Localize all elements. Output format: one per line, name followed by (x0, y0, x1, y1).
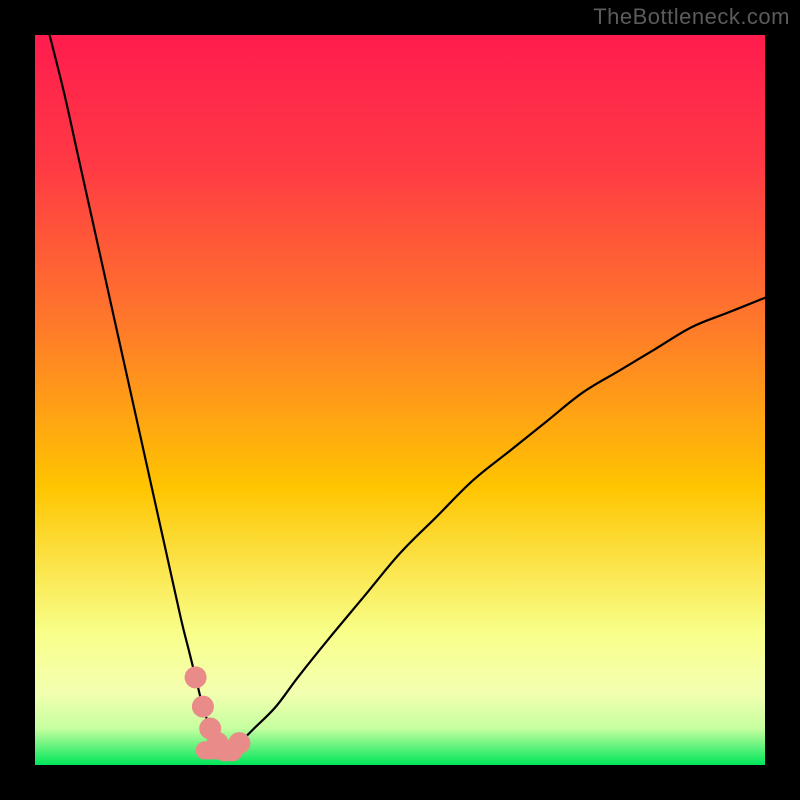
gradient-background (35, 35, 765, 765)
chart-frame: TheBottleneck.com (0, 0, 800, 800)
sweet-spot-dot (185, 666, 207, 688)
sweet-spot-dot (228, 732, 250, 754)
watermark-text: TheBottleneck.com (593, 4, 790, 30)
sweet-spot-dot (192, 696, 214, 718)
plot-area (35, 35, 765, 765)
bottleneck-chart-svg (35, 35, 765, 765)
